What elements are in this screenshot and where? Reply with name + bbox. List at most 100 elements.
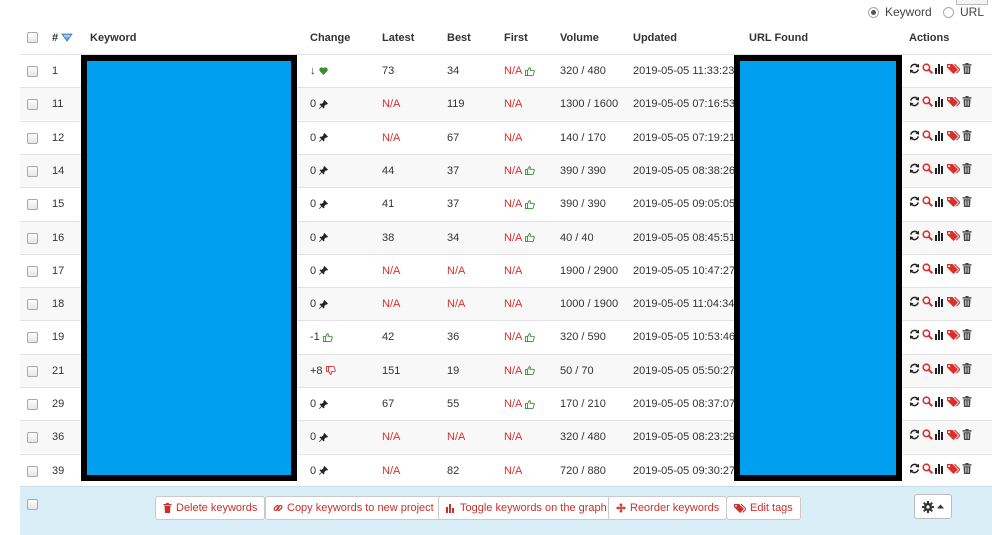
trash-icon[interactable] [962, 162, 972, 174]
refresh-icon[interactable] [909, 96, 920, 107]
bar-chart-icon[interactable] [935, 396, 945, 407]
tag-icon[interactable] [947, 263, 960, 274]
tag-icon[interactable] [947, 396, 960, 407]
header-change[interactable]: Change [310, 32, 350, 44]
bar-chart-icon[interactable] [935, 196, 945, 208]
tag-icon[interactable] [947, 463, 960, 474]
select-all-checkbox[interactable] [27, 32, 38, 43]
tag-icon[interactable] [947, 163, 960, 174]
header-id[interactable]: # [52, 32, 58, 44]
row-checkbox[interactable] [27, 432, 38, 444]
trash-icon[interactable] [962, 229, 972, 241]
radio-keyword[interactable]: Keyword [868, 4, 932, 20]
search-icon[interactable] [922, 229, 933, 241]
search-icon[interactable] [922, 429, 933, 441]
search-icon[interactable] [922, 329, 933, 341]
search-icon[interactable] [922, 96, 933, 108]
tag-icon[interactable] [947, 429, 960, 441]
header-first[interactable]: First [504, 32, 528, 44]
header-latest[interactable]: Latest [382, 32, 414, 44]
search-icon[interactable] [922, 396, 933, 407]
header-keyword[interactable]: Keyword [90, 32, 136, 44]
search-icon[interactable] [922, 263, 933, 274]
header-volume[interactable]: Volume [560, 32, 599, 44]
row-checkbox[interactable] [27, 66, 38, 77]
bar-chart-icon[interactable] [935, 96, 945, 108]
tag-icon[interactable] [947, 96, 960, 108]
tag-icon[interactable] [947, 63, 960, 74]
search-icon[interactable] [922, 363, 933, 374]
sort-desc-icon[interactable] [61, 33, 73, 43]
trash-icon[interactable] [962, 429, 972, 441]
search-icon[interactable] [922, 163, 933, 174]
row-checkbox[interactable] [27, 299, 38, 311]
row-checkbox[interactable] [27, 332, 38, 344]
footer-select-checkbox[interactable] [27, 499, 38, 510]
tag-icon[interactable] [947, 329, 960, 341]
row-checkbox[interactable] [27, 365, 38, 377]
trash-icon[interactable] [962, 396, 972, 407]
refresh-icon[interactable] [909, 196, 920, 207]
row-checkbox[interactable] [27, 132, 38, 144]
refresh-icon[interactable] [909, 329, 920, 340]
delete-keywords-button[interactable]: Delete keywords [155, 496, 266, 520]
refresh-icon[interactable] [909, 429, 920, 440]
tag-icon[interactable] [947, 230, 960, 241]
trash-icon[interactable] [962, 262, 972, 274]
refresh-icon[interactable] [909, 363, 920, 374]
tag-icon[interactable] [947, 363, 960, 374]
refresh-icon[interactable] [909, 396, 920, 407]
bar-chart-icon[interactable] [935, 63, 945, 74]
refresh-icon[interactable] [909, 296, 920, 307]
bar-chart-icon[interactable] [935, 263, 945, 274]
tag-icon[interactable] [947, 130, 960, 141]
trash-icon[interactable] [962, 462, 972, 474]
search-icon[interactable] [922, 463, 933, 474]
bar-chart-icon[interactable] [935, 429, 945, 441]
bar-chart-icon[interactable] [935, 329, 945, 341]
bar-chart-icon[interactable] [935, 130, 945, 141]
row-checkbox[interactable] [27, 232, 38, 244]
search-icon[interactable] [922, 296, 933, 308]
trash-icon[interactable] [962, 96, 972, 108]
search-icon[interactable] [922, 196, 933, 208]
tag-icon[interactable] [947, 196, 960, 208]
trash-icon[interactable] [962, 63, 972, 74]
reorder-keywords-button[interactable]: Reorder keywords [608, 496, 728, 520]
search-icon[interactable] [922, 63, 933, 74]
tag-icon[interactable] [947, 296, 960, 308]
refresh-icon[interactable] [909, 130, 920, 141]
refresh-icon[interactable] [909, 230, 920, 241]
trash-icon[interactable] [962, 196, 972, 208]
row-checkbox[interactable] [27, 165, 38, 177]
radio-url-dot[interactable] [943, 6, 954, 18]
refresh-icon[interactable] [909, 263, 920, 274]
row-checkbox[interactable] [27, 265, 38, 277]
copy-keywords-button[interactable]: Copy keywords to new project [265, 496, 442, 520]
bar-chart-icon[interactable] [935, 230, 945, 241]
refresh-icon[interactable] [909, 163, 920, 174]
trash-icon[interactable] [962, 296, 972, 308]
trash-icon[interactable] [962, 129, 972, 141]
radio-keyword-dot[interactable] [868, 6, 879, 18]
row-checkbox[interactable] [27, 99, 38, 111]
bar-chart-icon[interactable] [935, 163, 945, 174]
refresh-icon[interactable] [909, 463, 920, 474]
trash-icon[interactable] [962, 362, 972, 374]
bar-chart-icon[interactable] [935, 363, 945, 374]
bar-chart-icon[interactable] [935, 296, 945, 308]
edit-tags-button[interactable]: Edit tags [726, 496, 801, 520]
radio-url[interactable]: URL [943, 4, 984, 20]
trash-icon[interactable] [962, 329, 972, 341]
refresh-icon[interactable] [909, 63, 920, 74]
search-icon[interactable] [922, 130, 933, 141]
header-best[interactable]: Best [447, 32, 471, 44]
row-checkbox[interactable] [27, 399, 38, 410]
toggle-graph-button[interactable]: Toggle keywords on the graph [438, 496, 615, 520]
bar-chart-icon[interactable] [935, 463, 945, 474]
row-checkbox[interactable] [27, 465, 38, 477]
header-updated[interactable]: Updated [633, 32, 677, 44]
header-url-found[interactable]: URL Found [749, 32, 808, 44]
row-checkbox[interactable] [27, 199, 38, 211]
settings-dropdown-button[interactable] [914, 494, 952, 519]
